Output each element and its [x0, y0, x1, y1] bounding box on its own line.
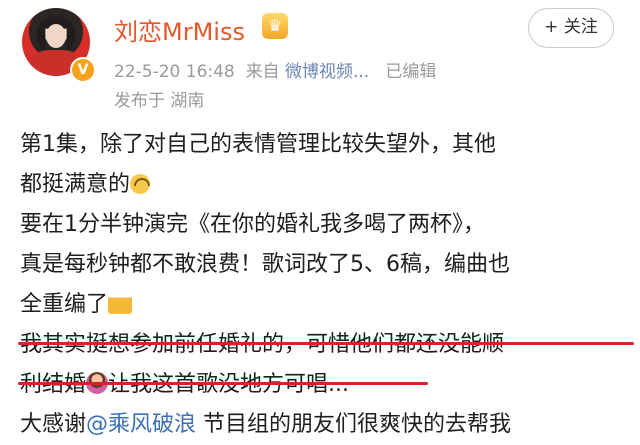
crown-icon[interactable]: ♛ [262, 13, 288, 39]
text-line-highlighted: 利结婚让我这首歌没地方可唱... [20, 365, 632, 405]
text-line: 真是每秒钟都不敢浪费！歌词改了5、6稿，编曲也 [20, 252, 510, 277]
highlight-underline [18, 382, 428, 385]
mention-link[interactable]: @乘风破浪 [86, 412, 196, 437]
timestamp: 22-5-20 16:48 [114, 62, 235, 82]
highlight-underline [18, 342, 634, 345]
source-link[interactable]: 微博视频... [285, 62, 369, 82]
follow-button[interactable]: + 关注 [528, 8, 614, 48]
text-line: 全重编了 [20, 285, 632, 325]
upside-down-face-emoji-icon [130, 174, 151, 194]
text-line: 要在1分半钟演完《在你的婚礼我多喝了两杯》， [20, 212, 485, 237]
edited-label[interactable]: 已编辑 [385, 62, 436, 82]
verified-badge-icon: V [70, 57, 96, 83]
username[interactable]: 刘恋MrMiss [114, 12, 245, 47]
beer-mugs-emoji-icon [108, 292, 133, 314]
text-line: 第1集，除了对自己的表情管理比较失望外，其他 [20, 132, 496, 157]
text-line: 都挺满意的 [20, 165, 632, 205]
location: 发布于 湖南 [114, 91, 205, 111]
post-body: 第1集，除了对自己的表情管理比较失望外，其他 都挺满意的 要在1分半钟演完《在你… [20, 125, 632, 445]
post-meta: 22-5-20 16:48 来自 微博视频... 已编辑 [114, 57, 436, 82]
source-prefix: 来自 [245, 62, 280, 82]
text-line-highlighted: 我其实挺想参加前任婚礼的，可惜他们都还没能顺 [20, 325, 632, 365]
text-line: 大感谢@乘风破浪 节目组的朋友们很爽快的去帮我 [20, 412, 512, 437]
